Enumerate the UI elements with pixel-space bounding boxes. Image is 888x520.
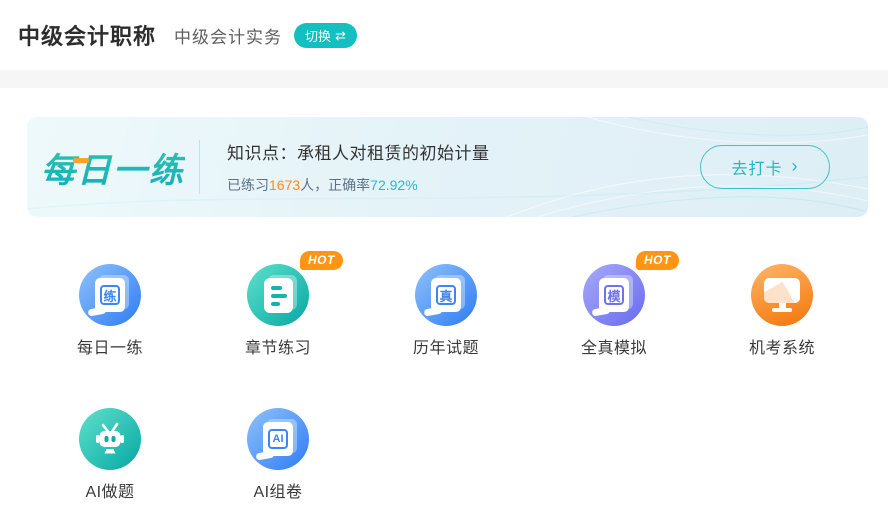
monitor-icon	[751, 264, 813, 326]
stats-prefix: 已练习	[227, 177, 269, 193]
icon-char: 真	[436, 285, 456, 305]
scroll-icon: 模	[583, 264, 645, 326]
vertical-divider	[199, 140, 200, 194]
tile-label: 章节练习	[244, 340, 311, 357]
page-title: 中级会计职称	[18, 24, 157, 49]
nav-item-exam-system[interactable]: 机考系统	[732, 251, 832, 358]
tile-label: AI做题	[85, 484, 135, 501]
icon-char: AI	[268, 429, 288, 449]
icon-char: 模	[604, 285, 624, 305]
grid-row-1: 练 每日一练 HOT 章节练习 真 历年试题 HOT 模 全真模拟 机考系统	[0, 251, 888, 358]
hot-badge: HOT	[300, 251, 343, 270]
nav-item-ai-practice[interactable]: AI做题	[60, 395, 160, 502]
hot-badge: HOT	[636, 251, 679, 270]
nav-item-mock-exam[interactable]: HOT 模 全真模拟	[564, 251, 679, 358]
daily-practice-logo-text: 每日一练	[41, 143, 185, 192]
accuracy-rate: 72.92%	[370, 177, 418, 193]
grid-row-2: AI做题 AI AI组卷	[0, 395, 888, 502]
page: 中级会计职称 中级会计实务 切换 ⇄ 每日一练 知识点：承租人对租赁的初始计量 …	[0, 0, 888, 520]
section-divider	[0, 70, 888, 88]
tile-label: 每日一练	[76, 340, 143, 357]
nav-item-ai-paper[interactable]: AI AI组卷	[228, 395, 328, 502]
practice-stats: 已练习1673人，正确率72.92%	[227, 175, 490, 195]
switch-button-label: 切换	[305, 28, 332, 44]
practiced-count: 1673	[269, 177, 301, 193]
nav-item-daily-practice[interactable]: 练 每日一练	[60, 251, 160, 358]
tile-label: AI组卷	[253, 484, 303, 501]
scroll-icon: 真	[415, 264, 477, 326]
logo-accent	[73, 157, 89, 163]
nav-item-past-exams[interactable]: 真 历年试题	[396, 251, 496, 358]
daily-practice-logo: 每日一练	[27, 143, 199, 192]
daily-practice-banner: 每日一练 知识点：承租人对租赁的初始计量 已练习1673人，正确率72.92% …	[27, 117, 868, 217]
switch-subject-button[interactable]: 切换 ⇄	[294, 22, 357, 48]
nav-item-chapter-practice[interactable]: HOT 章节练习	[228, 251, 343, 358]
subject-name: 中级会计实务	[174, 27, 283, 47]
icon-char: 练	[100, 285, 120, 305]
tile-label: 机考系统	[748, 340, 815, 357]
robot-icon	[79, 408, 141, 470]
check-in-button[interactable]: 去打卡 ›	[700, 145, 830, 189]
chevron-right-icon: ›	[791, 156, 799, 176]
swap-arrows-icon: ⇄	[335, 27, 346, 43]
scroll-icon: 练	[79, 264, 141, 326]
tile-label: 历年试题	[412, 340, 479, 357]
banner-info: 知识点：承租人对租赁的初始计量 已练习1673人，正确率72.92%	[227, 139, 490, 195]
check-in-label: 去打卡	[731, 161, 783, 178]
stats-middle: 人，正确率	[300, 177, 371, 193]
knowledge-point-title: 知识点：承租人对租赁的初始计量	[227, 144, 490, 163]
header: 中级会计职称 中级会计实务 切换 ⇄	[0, 0, 888, 70]
tile-label: 全真模拟	[580, 340, 647, 357]
document-icon	[247, 264, 309, 326]
scroll-icon: AI	[247, 408, 309, 470]
